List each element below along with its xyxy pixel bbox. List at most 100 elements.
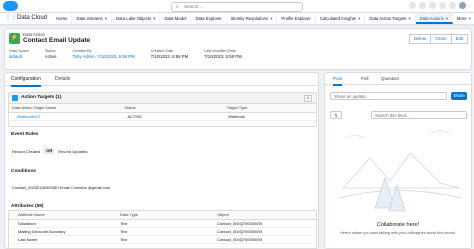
field-value: Active bbox=[44, 54, 57, 59]
detail-panel: Configuration Details Action Targets (1)… bbox=[4, 72, 319, 249]
nav-tabs: Home Data Streams ▾ Data Lake Objects ▾ Data … bbox=[52, 13, 474, 24]
nav-tab-label: Data Model bbox=[164, 16, 187, 21]
nav-tab-label: Data Explorer bbox=[195, 16, 222, 21]
nav-tab-label: Data Lake Objects bbox=[115, 16, 152, 21]
table-row: Mailing Geocode Accuracy Text Contact_000Q… bbox=[9, 228, 316, 236]
table-cell: Contact_000Q7000000Sf bbox=[217, 221, 263, 226]
chevron-down-icon[interactable]: ▾ bbox=[105, 16, 107, 21]
nav-tab[interactable]: Data Model bbox=[160, 13, 192, 24]
table-row: Last Name Text Contact_000Q7000000Sf bbox=[9, 236, 316, 244]
nav-tab-label: More bbox=[456, 16, 467, 21]
nav-tab[interactable]: Home bbox=[52, 13, 73, 24]
record-actions: Delete Clone Edit bbox=[408, 34, 468, 44]
event-rule-created: Record Created bbox=[12, 148, 41, 154]
action-targets-card: Action Targets (1) ▾ Data Action Target … bbox=[8, 92, 317, 127]
highlight-field: Created By Toby Admin, 7/10/2023, 6:58 PM bbox=[73, 49, 135, 59]
delete-button[interactable]: Delete bbox=[408, 34, 432, 44]
nav-tab-label: Identity Resolutions bbox=[230, 16, 269, 21]
salesforce-logo-icon[interactable] bbox=[3, 1, 18, 11]
field-label: Created By bbox=[72, 49, 92, 53]
chevron-down-icon[interactable]: ▾ bbox=[304, 95, 312, 102]
column-header[interactable]: Attribute Name bbox=[9, 211, 117, 219]
global-search-input[interactable]: ⌕ Search... bbox=[171, 2, 303, 12]
chevron-down-icon[interactable]: ▾ bbox=[408, 16, 410, 21]
highlight-field: Status Active bbox=[45, 49, 57, 59]
app-launcher-icon[interactable]: ⋮⋮ bbox=[5, 15, 17, 21]
tab-poll[interactable]: Poll bbox=[361, 73, 369, 84]
field-value[interactable]: default bbox=[9, 54, 29, 59]
help-icon[interactable] bbox=[429, 2, 436, 9]
table-row: Webhook472 ACTIVE Webhook bbox=[9, 113, 316, 121]
nav-tab-label: Profile Explorer bbox=[281, 16, 311, 21]
nav-tab[interactable]: Data Streams ▾ bbox=[72, 13, 112, 24]
nav-tab[interactable]: Identity Resolutions ▾ bbox=[227, 13, 278, 24]
field-label: Data Space bbox=[9, 49, 29, 53]
nav-tab[interactable]: Profile Explorer bbox=[277, 13, 316, 24]
chevron-down-icon[interactable]: ▾ bbox=[358, 16, 360, 21]
clone-button[interactable]: Clone bbox=[431, 34, 452, 44]
target-name-link[interactable]: Webhook472 bbox=[9, 113, 124, 120]
search-icon: ⌕ bbox=[176, 4, 179, 10]
highlight-fields: Data Space default Status Active Created By T… bbox=[9, 49, 258, 59]
collaborate-subtitle: Here's where you start talking with your… bbox=[340, 231, 456, 235]
highlight-field: Last Modified Date 7/10/2023, 6:58 PM bbox=[204, 49, 242, 59]
nav-tab-label: Data Streams bbox=[76, 16, 103, 21]
target-type: Webhook bbox=[228, 114, 245, 119]
nav-tab[interactable]: Data Actions ▾ bbox=[415, 13, 453, 24]
field-value[interactable]: Toby Admin, 7/10/2023, 6:58 PM bbox=[73, 54, 135, 59]
tab-details[interactable]: Details bbox=[55, 73, 70, 85]
table-cell: Text bbox=[119, 237, 128, 242]
app-name: Data Cloud bbox=[17, 15, 48, 21]
table-cell: Contact_000Q7000000Sf bbox=[217, 229, 263, 234]
chevron-down-icon[interactable]: ▾ bbox=[469, 16, 471, 21]
column-header[interactable]: Data Type bbox=[117, 211, 214, 219]
or-badge: OR bbox=[44, 148, 55, 154]
notifications-bell-icon[interactable] bbox=[449, 2, 456, 9]
event-rules-title: Event Rules bbox=[11, 132, 39, 137]
field-value: 7/10/2023, 6:58 PM bbox=[204, 54, 242, 59]
attributes-table-header: Attribute Name Data Type Object bbox=[9, 211, 316, 220]
share-button[interactable]: Share bbox=[451, 92, 467, 100]
filter-icon[interactable]: ⇅ bbox=[330, 111, 342, 119]
attributes-table: Attribute Name Data Type Object Salutati… bbox=[8, 210, 317, 248]
attributes-title: Attributes (59) bbox=[11, 204, 44, 209]
tab-question[interactable]: Question bbox=[381, 73, 399, 84]
table-cell: Text bbox=[119, 221, 128, 226]
column-header[interactable]: Object bbox=[214, 211, 316, 219]
share-update-input[interactable]: Share an update... bbox=[330, 92, 447, 100]
data-action-icon: ⚡ bbox=[9, 33, 20, 44]
tab-post[interactable]: Post bbox=[333, 73, 343, 86]
column-header[interactable]: Status bbox=[121, 104, 223, 112]
column-header[interactable]: Data Action Target Name bbox=[9, 104, 121, 112]
column-header[interactable]: Target Type bbox=[224, 104, 316, 112]
feed-panel: Post Poll Question Share an update... Sh… bbox=[324, 72, 472, 249]
global-add-icon[interactable] bbox=[419, 2, 426, 9]
nav-tab[interactable]: More ▾ bbox=[453, 13, 474, 24]
avatar[interactable] bbox=[459, 2, 466, 9]
action-targets-header: Action Targets (1) ▾ bbox=[9, 93, 316, 104]
chevron-down-icon[interactable]: ▾ bbox=[446, 16, 448, 21]
attributes-rows: Salutation Text Contact_000Q7000000Sf Maili… bbox=[9, 220, 316, 244]
nav-tab[interactable]: Data Action Targets ▾ bbox=[365, 13, 416, 24]
feed-search-input[interactable]: Search this feed... bbox=[371, 111, 467, 119]
nav-tab[interactable]: Data Explorer bbox=[191, 13, 227, 24]
nav-tab-label: Calculated Insights bbox=[319, 16, 357, 21]
field-label: Last Modified Date bbox=[204, 49, 236, 53]
global-header: ⌕ Search... bbox=[0, 0, 474, 13]
table-cell: Text bbox=[119, 229, 128, 234]
event-rule-updated: Record Updated bbox=[58, 148, 88, 154]
field-label: Status bbox=[44, 49, 56, 53]
highlight-field: Created Date 7/10/2023, 6:58 PM bbox=[151, 49, 189, 59]
chevron-down-icon[interactable]: ▾ bbox=[270, 16, 272, 21]
setup-gear-icon[interactable] bbox=[439, 2, 446, 9]
chevron-down-icon[interactable]: ▾ bbox=[153, 16, 155, 21]
record-title: Contact Email Update bbox=[23, 37, 91, 44]
table-cell: Last Name bbox=[18, 237, 38, 242]
tab-configuration[interactable]: Configuration bbox=[11, 73, 41, 87]
edit-button[interactable]: Edit bbox=[451, 34, 468, 44]
nav-tab[interactable]: Calculated Insights ▾ bbox=[316, 13, 366, 24]
record-header: ⚡ Data Action Contact Email Update Delet… bbox=[4, 28, 472, 70]
collaborate-illustration-icon bbox=[338, 130, 462, 212]
favorites-icon[interactable] bbox=[409, 2, 416, 9]
nav-tab[interactable]: Data Lake Objects ▾ bbox=[112, 13, 161, 24]
